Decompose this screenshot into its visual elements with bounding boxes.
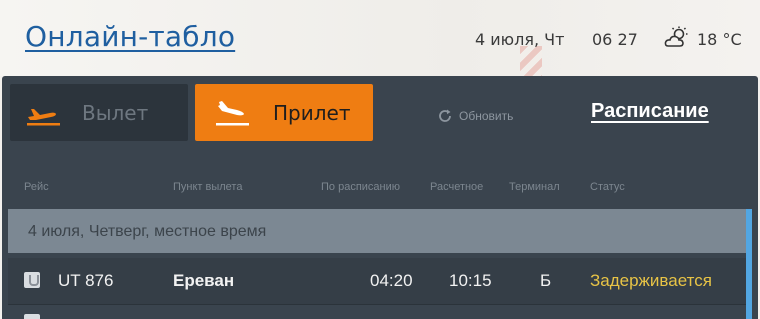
- background-decoration: [520, 46, 542, 76]
- row-divider: [8, 304, 746, 305]
- current-time: 06 27: [592, 30, 638, 49]
- column-header-estimated: Расчетное: [430, 181, 484, 193]
- arrival-plane-icon: [216, 100, 249, 125]
- schedule-link[interactable]: Расписание: [591, 100, 709, 123]
- terminal: Б: [540, 271, 552, 290]
- airline-logo-icon: [24, 272, 40, 288]
- column-header-scheduled: По расписанию: [321, 181, 401, 193]
- row-scroll-indicator: [746, 209, 752, 319]
- estimated-time: 10:15: [449, 271, 492, 290]
- date-group-label: 4 июля, Четверг, местное время: [28, 223, 267, 240]
- origin-city: Ереван: [173, 271, 235, 290]
- temperature: 18 °C: [697, 30, 742, 49]
- column-header-terminal: Терминал: [509, 181, 560, 193]
- flight-number: UT 876: [58, 271, 114, 290]
- departure-plane-icon: [27, 108, 60, 125]
- date-group-row: 4 июля, Четверг, местное время: [8, 209, 750, 253]
- page-title[interactable]: Онлайн-табло: [25, 20, 235, 53]
- column-header-status: Статус: [590, 181, 625, 193]
- current-date: 4 июля, Чт: [475, 30, 565, 49]
- refresh-label: Обновить: [459, 109, 514, 123]
- tab-arrivals-label: Прилет: [273, 100, 351, 125]
- tab-departures[interactable]: Вылет: [10, 84, 188, 141]
- refresh-icon: [439, 109, 451, 122]
- airline-logo-icon: [24, 314, 40, 319]
- refresh-button[interactable]: Обновить: [437, 108, 513, 124]
- column-header-flight: Рейс: [24, 181, 49, 193]
- tab-departures-label: Вылет: [82, 100, 149, 125]
- status-badge: Задерживается: [590, 271, 712, 290]
- page-header: Онлайн-табло 4 июля, Чт 06 27 18 °C: [0, 0, 760, 76]
- partly-cloudy-sun-icon: [664, 26, 688, 47]
- scheduled-time: 04:20: [370, 271, 413, 290]
- tab-arrivals[interactable]: Прилет: [195, 84, 373, 141]
- column-header-origin: Пункт вылета: [173, 181, 243, 193]
